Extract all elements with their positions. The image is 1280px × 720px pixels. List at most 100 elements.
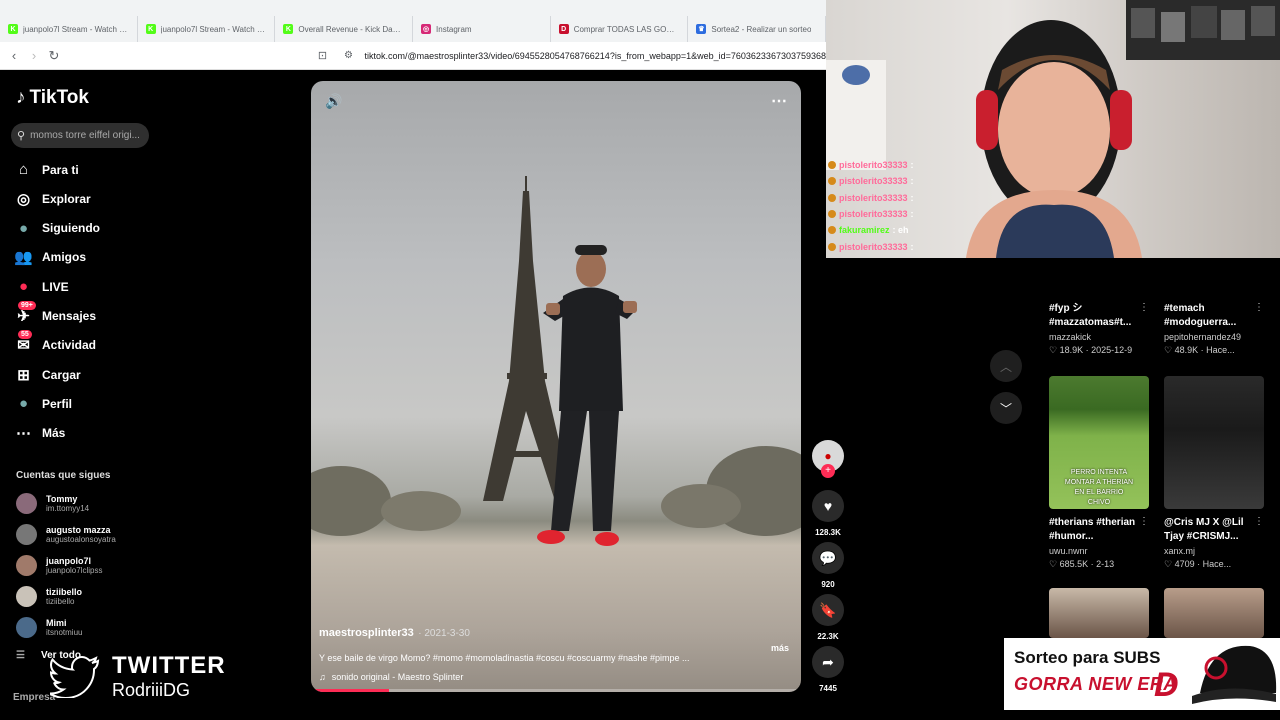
feed-thumbnail[interactable] [1164, 588, 1264, 638]
tab-title: Sortea2 - Realizar un sorteo [711, 24, 812, 34]
tiktok-note-icon: ♪ [16, 87, 26, 108]
company-link[interactable]: Empresa [13, 692, 55, 703]
sidebar-item-para-ti[interactable]: ⌂ Para ti [14, 160, 79, 179]
bookmark-icon[interactable]: ⊡ [313, 46, 333, 66]
sidebar-item-amigos[interactable]: 👥 Amigos [14, 248, 86, 267]
site-info-icon[interactable]: ⚙ [339, 46, 359, 66]
avatar-icon: ● [824, 449, 832, 463]
sidebar-item-mensajes[interactable]: ✈ 99+ Mensajes [14, 300, 96, 326]
card-more-icon[interactable]: ⋮ [1254, 516, 1264, 527]
chat-text: : [910, 192, 914, 203]
twitter-bird-icon [50, 655, 100, 698]
browser-tab[interactable]: K Overall Revenue - Kick Dashboard [275, 16, 414, 42]
tab-favicon-icon: K [145, 24, 156, 34]
following-title: Cuentas que sigues [16, 470, 111, 481]
feed-thumbnail[interactable]: PERRO INTENTA MONTAR A THERIAN EN EL BAR… [1049, 376, 1149, 509]
forward-icon[interactable]: › [24, 46, 44, 66]
sidebar-item-cargar[interactable]: ⊞ Cargar [14, 365, 80, 384]
tab-favicon-icon: D [558, 24, 569, 34]
chat-username: fakuramirez [839, 225, 890, 236]
tab-favicon-icon: ◎ [421, 24, 432, 34]
scroll-up-button[interactable]: ︿ [990, 350, 1022, 382]
browser-tab[interactable]: Kjuanpolo7l Stream - Watch Live [0, 16, 138, 42]
volume-icon[interactable]: 🔊 [325, 93, 342, 110]
sidebar-item-label: Actividad [42, 338, 97, 353]
card-more-icon[interactable]: ⋮ [1139, 302, 1149, 313]
feed-thumbnail[interactable] [1164, 376, 1264, 509]
video-author[interactable]: maestrosplinter33 [319, 627, 414, 639]
feed-date: 2025-12-9 [1091, 345, 1133, 355]
nav-glyph: ◎ [16, 190, 31, 208]
sidebar-item-mas[interactable]: ⋯ Más [14, 424, 65, 443]
webcam-overlay: pistolerito33333: pistolerito33333: pistol… [826, 0, 1280, 258]
tab-title: juanpolo7l Stream - Watch Live [160, 24, 267, 34]
browser-top-strip [0, 0, 826, 16]
sidebar-item-perfil[interactable]: ● Perfil [14, 394, 72, 413]
nav-glyph: ● [18, 395, 29, 413]
save-button[interactable]: 🔖 22.3K [812, 594, 844, 641]
account-text: juanpolo7l juanpolo7lclipss [46, 556, 102, 575]
tab-title: Instagram [436, 24, 472, 34]
tiktok-logo[interactable]: ♪ TikTok [16, 87, 89, 109]
compass-icon: ◎ [14, 189, 33, 208]
video-date: · 2021-3-30 [418, 628, 470, 639]
chat-message: pistolerito33333: [828, 242, 914, 252]
video-more-icon[interactable]: ⋯ [771, 91, 787, 111]
feed-card[interactable]: ⋮ @Cris MJ X @Lil Tjay #CRISMJ... xanx.mj ♡… [1164, 376, 1264, 570]
heart-outline-icon: ♡ [1164, 345, 1175, 355]
account-name: augusto mazza [46, 525, 111, 535]
feed-card[interactable]: ⋮ #fyp シ #mazzatomas#t... mazzakick ♡ 18.9K… [1049, 300, 1149, 356]
video-frame [311, 176, 801, 546]
following-account[interactable]: juanpolo7l juanpolo7lclipss [16, 555, 102, 576]
browser-tab[interactable]: ◎ Instagram [413, 16, 551, 42]
nav-glyph: ✈ [17, 308, 30, 325]
bookmark-icon: 🔖 [819, 601, 837, 618]
following-account[interactable]: Mimi itsnotmiuu [16, 617, 82, 638]
back-icon[interactable]: ‹ [4, 46, 24, 66]
browser-tab[interactable]: ♛ Sortea2 - Realizar un sorteo [688, 16, 826, 42]
follow-plus-icon[interactable]: + [821, 464, 835, 478]
feed-thumbnail[interactable] [1049, 588, 1149, 638]
chat-text: : [910, 241, 914, 252]
more-button[interactable]: más [771, 643, 789, 653]
video-player[interactable]: 🔊 ⋯ maestrosplinter33 · 2021-3-30 Y ese … [311, 81, 801, 692]
feed-card[interactable]: PERRO INTENTA MONTAR A THERIAN EN EL BAR… [1049, 376, 1149, 570]
streamer-webcam [826, 0, 1280, 258]
sidebar-item-actividad[interactable]: ✉ 55 Actividad [14, 329, 97, 355]
browser-tab[interactable]: D Comprar TODAS LAS GORRAS [551, 16, 689, 42]
comment-button[interactable]: 💬 920 [812, 542, 844, 589]
tab-bar: Kjuanpolo7l Stream - Watch Live Kjuanpolo… [0, 16, 826, 42]
creator-avatar[interactable]: ● + [812, 440, 844, 478]
tab-favicon-icon: ♛ [696, 24, 707, 34]
avatar [16, 617, 37, 638]
share-button[interactable]: ➦ 7445 [812, 646, 844, 693]
card-more-icon[interactable]: ⋮ [1254, 302, 1264, 313]
sidebar-item-live[interactable]: ● LIVE [14, 277, 69, 296]
feed-title: #therians #therian #humor... [1049, 517, 1136, 542]
feed-meta: ♡ 4709 · Hace... [1164, 559, 1264, 570]
card-more-icon[interactable]: ⋮ [1139, 516, 1149, 527]
video-progress-bar[interactable] [311, 689, 801, 692]
reload-icon[interactable]: ↻ [44, 46, 64, 66]
share-icon: ➦ [822, 653, 834, 670]
browser-tab[interactable]: Kjuanpolo7l Stream - Watch Live [138, 16, 276, 42]
video-sound[interactable]: ♫ sonido original - Maestro Splinter [319, 672, 793, 682]
following-account[interactable]: Tommy im.ttomyy14 [16, 493, 89, 514]
feed-card[interactable]: ⋮ #temach #modoguerra... pepitohernandez49… [1164, 300, 1264, 356]
account-text: tiziibello tiziibello [46, 587, 82, 606]
tab-favicon-icon: K [283, 24, 294, 34]
following-account[interactable]: tiziibello tiziibello [16, 586, 82, 607]
url-field[interactable]: tiktok.com/@maestrosplinter33/video/6945… [365, 51, 826, 61]
like-button[interactable]: ♥ 128.3K [812, 490, 844, 537]
avatar [16, 586, 37, 607]
sidebar-item-explorar[interactable]: ◎ Explorar [14, 189, 91, 208]
sidebar-item-siguiendo[interactable]: ● Siguiendo [14, 219, 100, 238]
search-input[interactable]: ⚲ momos torre eiffel origi... [11, 123, 149, 148]
feed-likes: 685.5K [1059, 559, 1089, 569]
chat-badge-icon [828, 226, 836, 235]
messages-icon: ✈ 99+ [14, 300, 36, 326]
scroll-down-button[interactable]: ﹀ [990, 392, 1022, 424]
chat-text: : [910, 160, 914, 170]
notification-badge: 99+ [18, 300, 36, 310]
following-account[interactable]: augusto mazza augustoalonsoyatra [16, 524, 116, 545]
